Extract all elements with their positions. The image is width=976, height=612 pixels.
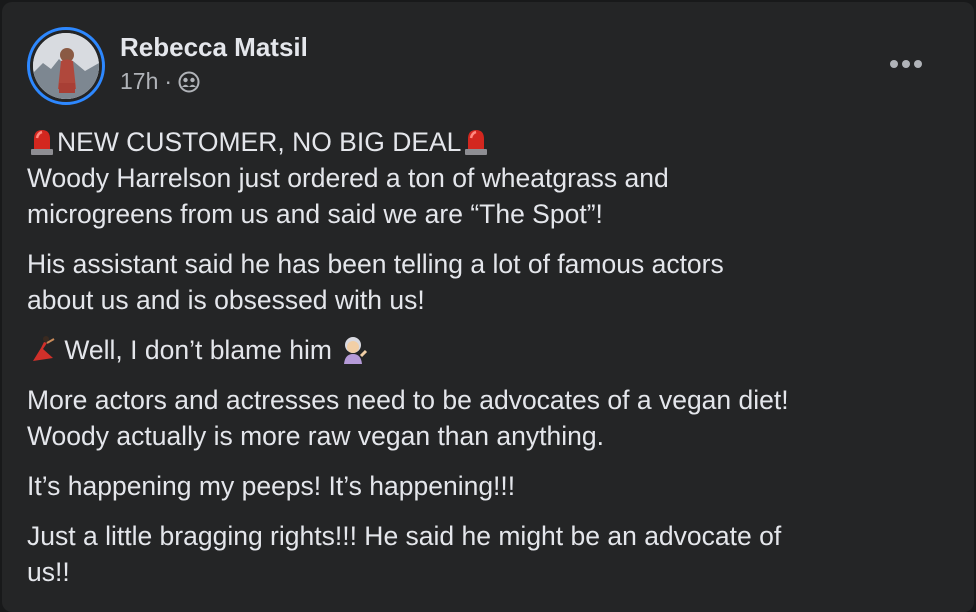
post-meta: 17h · (120, 68, 200, 95)
timestamp[interactable]: 17h (120, 68, 158, 95)
text-line: NEW CUSTOMER, NO BIG DEAL (27, 124, 957, 160)
text-line: His assistant said he has been telling a… (27, 246, 957, 282)
text-line: Woody actually is more raw vegan than an… (27, 418, 957, 454)
text-line-content: about us and is obsessed with us! (27, 285, 425, 315)
more-options-button[interactable] (878, 46, 934, 82)
text-line-content: It’s happening my peeps! It’s happening!… (27, 471, 516, 501)
text-line-content: Woody Harrelson just ordered a ton of wh… (27, 163, 669, 193)
text-line-content: Woody actually is more raw vegan than an… (27, 421, 604, 451)
post-paragraph: His assistant said he has been telling a… (27, 246, 957, 318)
post-card: Rebecca Matsil 17h · NEW CUSTOMER, NO BI… (2, 2, 974, 612)
avatar-story-ring[interactable] (27, 27, 105, 105)
post-text: NEW CUSTOMER, NO BIG DEAL Woody Harrelson… (27, 124, 957, 604)
post-header: Rebecca Matsil 17h · (2, 2, 974, 120)
post-paragraph: Just a little bragging rights!!! He said… (27, 518, 957, 590)
text-line: microgreens from us and said we are “The… (27, 196, 957, 232)
text-line: Just a little bragging rights!!! He said… (27, 518, 957, 554)
more-options-icon (890, 60, 922, 68)
text-line-content: NEW CUSTOMER, NO BIG DEAL (57, 127, 462, 157)
text-line-content: us!! (27, 557, 70, 587)
siren-emoji (461, 126, 491, 156)
text-line-content: Just a little bragging rights!!! He said… (27, 521, 782, 551)
text-line-content: More actors and actresses need to be adv… (27, 385, 789, 415)
dancer-emoji (27, 334, 57, 364)
text-line: about us and is obsessed with us! (27, 282, 957, 318)
siren-emoji (27, 126, 57, 156)
text-line: us!! (27, 554, 957, 590)
post-paragraph: Well, I don’t blame him (27, 332, 957, 368)
text-line: Well, I don’t blame him (27, 332, 957, 368)
friends-icon[interactable] (178, 71, 200, 93)
tipping-hand-woman-emoji (339, 334, 369, 364)
text-line: Woody Harrelson just ordered a ton of wh… (27, 160, 957, 196)
meta-separator: · (164, 68, 173, 94)
author-name[interactable]: Rebecca Matsil (120, 32, 308, 63)
post-paragraph: It’s happening my peeps! It’s happening!… (27, 468, 957, 504)
post-paragraph: NEW CUSTOMER, NO BIG DEAL Woody Harrelson… (27, 124, 957, 232)
text-line-content: Well, I don’t blame him (64, 335, 332, 365)
text-line: It’s happening my peeps! It’s happening!… (27, 468, 957, 504)
post-paragraph: More actors and actresses need to be adv… (27, 382, 957, 454)
avatar[interactable] (33, 33, 99, 99)
text-line: More actors and actresses need to be adv… (27, 382, 957, 418)
text-line-content: His assistant said he has been telling a… (27, 249, 724, 279)
text-line-content: microgreens from us and said we are “The… (27, 199, 603, 229)
